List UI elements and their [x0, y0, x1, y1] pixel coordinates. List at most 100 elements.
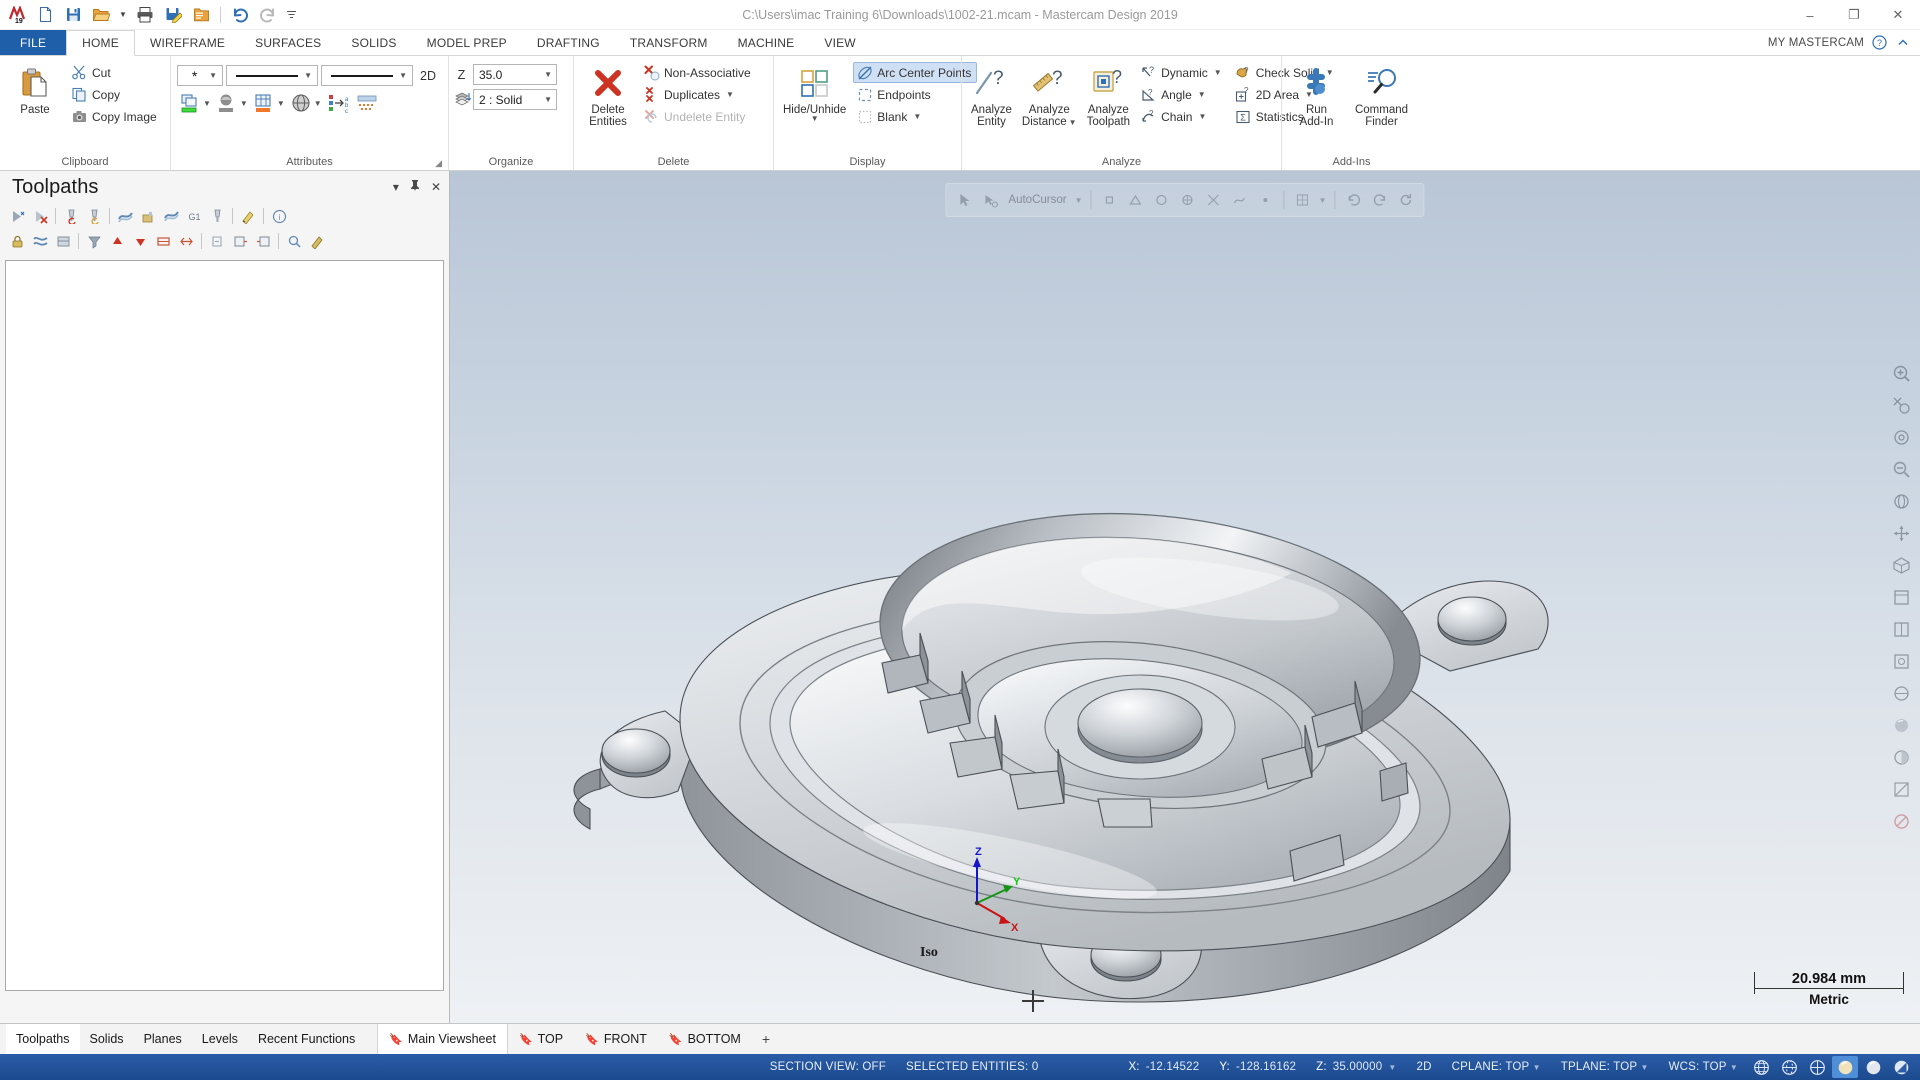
ribbon-tab-surfaces[interactable]: SURFACES: [240, 30, 336, 55]
hidden-lines-grayed-icon[interactable]: [1804, 1056, 1830, 1078]
viewsheet-top[interactable]: 🔖 TOP: [508, 1024, 574, 1054]
my-mastercam-link[interactable]: MY MASTERCAM: [1768, 37, 1864, 49]
import-toolpath-icon[interactable]: [229, 231, 251, 252]
ribbon-tab-file[interactable]: FILE: [0, 30, 67, 55]
select-all-toolpaths-icon[interactable]: [6, 206, 28, 227]
ribbon-tab-view[interactable]: VIEW: [809, 30, 870, 55]
copy-image-button[interactable]: Copy Image: [68, 106, 163, 127]
section-view-icon[interactable]: [1886, 774, 1916, 804]
ribbon-tab-solids[interactable]: SOLIDS: [336, 30, 411, 55]
export-toolpath-icon[interactable]: [252, 231, 274, 252]
unzoom-icon[interactable]: [1886, 454, 1916, 484]
toolpath-settings-icon[interactable]: [237, 206, 259, 227]
save-icon[interactable]: [60, 3, 86, 27]
blank-button[interactable]: Blank ▼: [853, 106, 977, 127]
point-style-combo[interactable]: * ▼: [177, 65, 223, 86]
collapse-icon[interactable]: [206, 231, 228, 252]
hide-unhide-button[interactable]: Hide/Unhide ▼: [780, 60, 849, 126]
endpoints-button[interactable]: Endpoints: [853, 84, 977, 105]
redo-icon[interactable]: [255, 3, 281, 27]
open-folder-caret-icon[interactable]: ▼: [116, 3, 130, 27]
viewsheet-main[interactable]: 🔖 Main Viewsheet: [377, 1024, 508, 1054]
front-view-icon[interactable]: [1886, 614, 1916, 644]
delete-toolpath-icon[interactable]: [29, 206, 51, 227]
clear-colors-icon[interactable]: [354, 90, 380, 116]
shaded-view-icon[interactable]: [1886, 710, 1916, 740]
status-section-view[interactable]: SECTION VIEW: OFF: [760, 1061, 896, 1073]
line-attribute-icon[interactable]: ▼: [251, 90, 287, 116]
move-down-icon[interactable]: [129, 231, 151, 252]
duplicates-button[interactable]: Duplicates ▼: [640, 84, 757, 105]
lock-toolpath-icon[interactable]: [6, 231, 28, 252]
material-display-icon[interactable]: [1888, 1056, 1914, 1078]
line-style-combo[interactable]: ▼: [226, 65, 318, 86]
new-file-icon[interactable]: [32, 3, 58, 27]
sort-icon[interactable]: [152, 231, 174, 252]
tab-solids[interactable]: Solids: [80, 1024, 134, 1054]
status-wcs[interactable]: WCS: TOP ▼: [1659, 1061, 1748, 1073]
status-selected-entities[interactable]: SELECTED ENTITIES: 0: [896, 1061, 1048, 1073]
help-icon[interactable]: ?: [1870, 34, 1888, 52]
color-attribute-icon[interactable]: ▼: [177, 90, 213, 116]
copy-button[interactable]: Copy: [68, 84, 163, 105]
regenerate-selected-icon[interactable]: [60, 206, 82, 227]
zoom-window-icon[interactable]: [1886, 390, 1916, 420]
command-finder-button[interactable]: Command Finder: [1349, 60, 1415, 132]
toggle-posting-icon[interactable]: [29, 231, 51, 252]
wireframe-display-icon[interactable]: [1748, 1056, 1774, 1078]
tab-levels[interactable]: Levels: [192, 1024, 248, 1054]
panel-pin-icon[interactable]: [409, 179, 421, 195]
ribbon-tab-drafting[interactable]: DRAFTING: [522, 30, 615, 55]
chevron-up-icon[interactable]: [1894, 34, 1912, 52]
translucency-icon[interactable]: [1886, 742, 1916, 772]
level-attribute-icon[interactable]: ▼: [214, 90, 250, 116]
wireframe-shading-icon[interactable]: [1886, 678, 1916, 708]
no-display-icon[interactable]: [1886, 806, 1916, 836]
folder-properties-icon[interactable]: [188, 3, 214, 27]
dynamic-rotate-icon[interactable]: [1886, 486, 1916, 516]
open-folder-icon[interactable]: [88, 3, 114, 27]
post-g1-icon[interactable]: G1: [183, 206, 205, 227]
arc-center-points-button[interactable]: Arc Center Points: [853, 62, 978, 83]
graphics-viewport[interactable]: AutoCursor ▼ ▼ Z Y X Iso 20.984 mm Metri…: [450, 171, 1920, 1023]
top-view-icon[interactable]: [1886, 582, 1916, 612]
status-dimension-mode[interactable]: 2D: [1406, 1061, 1441, 1073]
undelete-entity-button[interactable]: Undelete Entity: [640, 106, 757, 127]
shaded-display-icon[interactable]: [1832, 1056, 1858, 1078]
filter-icon[interactable]: [83, 231, 105, 252]
set-all-attributes-icon[interactable]: a b c: [325, 90, 353, 116]
high-speed-toolpath-icon[interactable]: [206, 206, 228, 227]
save-as-icon[interactable]: [160, 3, 186, 27]
undo-icon[interactable]: [227, 3, 253, 27]
help-toolpath-icon[interactable]: i: [268, 206, 290, 227]
edit-toolpath-icon[interactable]: [306, 231, 328, 252]
customize-qat-icon[interactable]: [283, 3, 299, 27]
search-toolpath-icon[interactable]: [283, 231, 305, 252]
regenerate-all-dirty-icon[interactable]: [83, 206, 105, 227]
wire-display-icon[interactable]: ▼: [288, 90, 324, 116]
verify-icon[interactable]: [137, 206, 159, 227]
add-viewsheet-button[interactable]: +: [752, 1024, 780, 1054]
app-logo-icon[interactable]: 19: [4, 3, 30, 27]
analyze-angle-button[interactable]: ? Angle ▼: [1137, 84, 1228, 105]
ribbon-tab-machine[interactable]: MACHINE: [723, 30, 810, 55]
print-icon[interactable]: [132, 3, 158, 27]
fit-to-window-icon[interactable]: [1886, 358, 1916, 388]
ribbon-tab-home[interactable]: HOME: [66, 30, 135, 56]
zoom-target-icon[interactable]: [1886, 422, 1916, 452]
non-associative-button[interactable]: Non-Associative: [640, 62, 757, 83]
line-width-combo[interactable]: ▼: [321, 65, 413, 86]
shaded-with-edges-icon[interactable]: [1860, 1056, 1886, 1078]
tab-recent-functions[interactable]: Recent Functions: [248, 1024, 365, 1054]
ribbon-tab-model-prep[interactable]: MODEL PREP: [412, 30, 522, 55]
paste-button[interactable]: Paste: [6, 60, 64, 120]
move-up-icon[interactable]: [106, 231, 128, 252]
backplot-icon[interactable]: [114, 206, 136, 227]
minimize-button[interactable]: –: [1788, 0, 1832, 30]
cut-button[interactable]: Cut: [68, 62, 163, 83]
viewsheet-front[interactable]: 🔖 FRONT: [574, 1024, 658, 1054]
panel-menu-icon[interactable]: ▾: [393, 180, 399, 194]
level-value-input[interactable]: 2 : Solid ▼: [473, 89, 557, 110]
viewsheet-bottom[interactable]: 🔖 BOTTOM: [658, 1024, 752, 1054]
maximize-button[interactable]: ❐: [1832, 0, 1876, 30]
